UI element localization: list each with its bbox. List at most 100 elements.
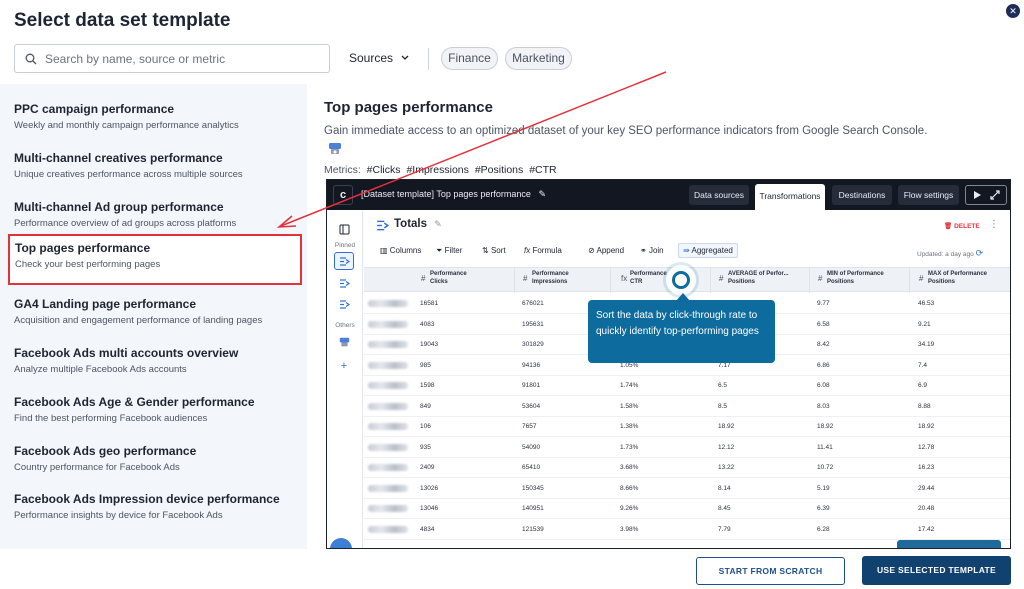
template-item[interactable]: Facebook Ads Impression device performan… xyxy=(8,486,302,535)
table-cell: 7657 xyxy=(522,423,537,430)
column-header[interactable]: # Performance Clicks xyxy=(421,271,467,286)
use-selected-template-button[interactable]: USE SELECTED TEMPLATE xyxy=(862,556,1011,585)
formula-button[interactable]: fx Formula xyxy=(524,246,562,255)
append-button[interactable]: ⊘ Append xyxy=(588,246,624,255)
table-cell: 54090 xyxy=(522,443,541,451)
columns-icon: ▥ xyxy=(380,246,390,255)
blurred-page-url xyxy=(368,484,408,492)
play-icon xyxy=(974,191,981,199)
chevron-down-icon xyxy=(401,55,409,60)
table-cell: 46.53 xyxy=(918,300,935,307)
pinned-dataset-button[interactable] xyxy=(334,274,354,292)
search-box[interactable] xyxy=(14,44,330,73)
blurred-page-url xyxy=(368,320,408,328)
template-item[interactable]: Multi-channel creatives performance Uniq… xyxy=(8,145,302,194)
table-cell: 106 xyxy=(420,423,431,430)
column-divider xyxy=(610,268,611,293)
metric-tag: #Positions xyxy=(474,164,524,176)
table-row[interactable]: 1598 91801 1.74% 6.5 6.08 6.9 xyxy=(364,376,1010,396)
sort-hotspot-indicator[interactable] xyxy=(666,265,696,295)
table-row[interactable]: 849 53604 1.58% 8.5 8.03 8.88 xyxy=(364,397,1010,417)
table-row[interactable]: 2409 65410 3.68% 13.22 10.72 16.23 xyxy=(364,458,1010,478)
run-controls[interactable] xyxy=(965,185,1007,205)
template-item[interactable]: PPC campaign performance Weekly and mont… xyxy=(8,96,302,145)
join-button[interactable]: ⚭ Join xyxy=(640,246,664,255)
column-header-line: MIN of Performance xyxy=(827,271,884,277)
column-header[interactable]: # AVERAGE of Perfor... Positions xyxy=(719,271,789,286)
column-header-line: Performance xyxy=(532,271,569,277)
tab-transformations[interactable]: Transformations xyxy=(755,184,825,210)
table-cell: 29.44 xyxy=(918,484,935,492)
totals-title-text: Totals xyxy=(394,218,428,230)
preview-main: Totals ✎ 🗑︎ DELETE ⋮ ▥ Columns ⏷ Filter … xyxy=(364,210,1010,548)
column-divider xyxy=(909,268,910,293)
table-cell: 195631 xyxy=(522,320,544,328)
more-options-icon[interactable]: ⋮ xyxy=(989,219,999,230)
sources-label: Sources xyxy=(349,51,394,65)
table-row[interactable]: 13026 150345 8.66% 8.14 5.19 29.44 xyxy=(364,479,1010,499)
formula-label: Formula xyxy=(532,246,562,255)
filter-button[interactable]: ⏷ Filter xyxy=(436,246,462,256)
sources-dropdown[interactable]: Sources xyxy=(349,51,409,65)
tooltip: Sort the data by click-through rate to q… xyxy=(588,300,775,363)
table-cell: 6.58 xyxy=(817,320,830,328)
template-title: PPC campaign performance xyxy=(14,102,175,116)
template-item-selected[interactable]: Top pages performance Check your best pe… xyxy=(8,234,302,285)
columns-button[interactable]: ▥ Columns xyxy=(380,246,421,255)
add-source-button[interactable]: + xyxy=(334,357,354,375)
blurred-page-url xyxy=(368,505,408,512)
table-cell: 1.73% xyxy=(620,443,639,451)
table-row[interactable]: 106 7657 1.38% 18.92 18.92 18.92 xyxy=(364,417,1010,437)
chip-marketing[interactable]: Marketing xyxy=(505,47,572,70)
template-title: Facebook Ads Impression device performan… xyxy=(14,492,280,506)
pinned-dataset-button[interactable] xyxy=(334,252,354,270)
metrics-line: Metrics: #Clicks #Impressions #Positions… xyxy=(324,164,557,176)
table-cell: 65410 xyxy=(522,464,541,471)
aggregated-label: Aggregated xyxy=(691,246,733,255)
table-row[interactable]: 4834 121539 3.98% 7.79 6.28 17.42 xyxy=(364,520,1010,540)
refresh-icon[interactable]: ⟳ xyxy=(976,248,984,258)
table-cell: 13046 xyxy=(420,505,439,512)
dataset-icon xyxy=(377,220,389,231)
partial-action-button[interactable] xyxy=(897,540,1001,548)
pinned-dataset-button[interactable] xyxy=(334,295,354,313)
chip-finance[interactable]: Finance xyxy=(441,47,498,70)
close-button[interactable]: ✕ xyxy=(1006,4,1020,18)
template-item[interactable]: Facebook Ads Age & Gender performance Fi… xyxy=(8,389,302,438)
aggregated-button[interactable]: ⇛ Aggregated xyxy=(678,243,738,258)
delete-button[interactable]: 🗑︎ DELETE xyxy=(944,222,980,230)
search-input[interactable] xyxy=(45,51,315,66)
table-cell: 5.19 xyxy=(817,484,830,492)
column-header[interactable]: # MIN of Performance Positions xyxy=(818,271,884,286)
tab-data-sources[interactable]: Data sources xyxy=(689,185,749,205)
template-desc: Country performance for Facebook Ads xyxy=(14,462,180,473)
panel-toggle-button[interactable] xyxy=(334,220,354,238)
table-row[interactable]: 935 54090 1.73% 12.12 11.41 12.78 xyxy=(364,438,1010,458)
tab-destinations[interactable]: Destinations xyxy=(832,185,892,205)
table-cell: 53604 xyxy=(522,402,541,410)
table-row[interactable]: 13046 140951 9.26% 8.45 6.39 20.48 xyxy=(364,499,1010,519)
table-cell: 1.58% xyxy=(620,402,639,410)
column-header[interactable]: # Performance Impressions xyxy=(523,271,569,286)
start-from-scratch-button[interactable]: START FROM SCRATCH xyxy=(696,557,845,585)
page-title: Select data set template xyxy=(14,10,231,31)
source-button[interactable] xyxy=(334,333,354,351)
table-cell: 1.74% xyxy=(620,382,639,389)
sort-button[interactable]: ⇅ Sort xyxy=(482,246,506,255)
template-item[interactable]: Facebook Ads multi accounts overview Ana… xyxy=(8,340,302,389)
table-cell: 3.68% xyxy=(620,464,639,471)
template-title: Top pages performance xyxy=(15,241,151,255)
blurred-page-url xyxy=(368,361,408,369)
metric-tag: #CTR xyxy=(529,164,557,176)
column-header[interactable]: fx Performance CTR xyxy=(621,271,667,286)
tab-flow-settings[interactable]: Flow settings xyxy=(898,185,959,205)
number-type-icon: # xyxy=(523,274,528,283)
table-cell: 8.42 xyxy=(817,341,830,348)
column-header[interactable]: # MAX of Performance Positions xyxy=(919,271,987,286)
template-item[interactable]: GA4 Landing page performance Acquisition… xyxy=(8,291,302,340)
number-type-icon: # xyxy=(818,274,823,283)
column-header-line: Impressions xyxy=(532,278,568,285)
dataset-name: [Dataset template] Top pages performance… xyxy=(361,189,546,200)
trash-icon: 🗑︎ xyxy=(944,223,955,230)
template-item[interactable]: Facebook Ads geo performance Country per… xyxy=(8,438,302,487)
